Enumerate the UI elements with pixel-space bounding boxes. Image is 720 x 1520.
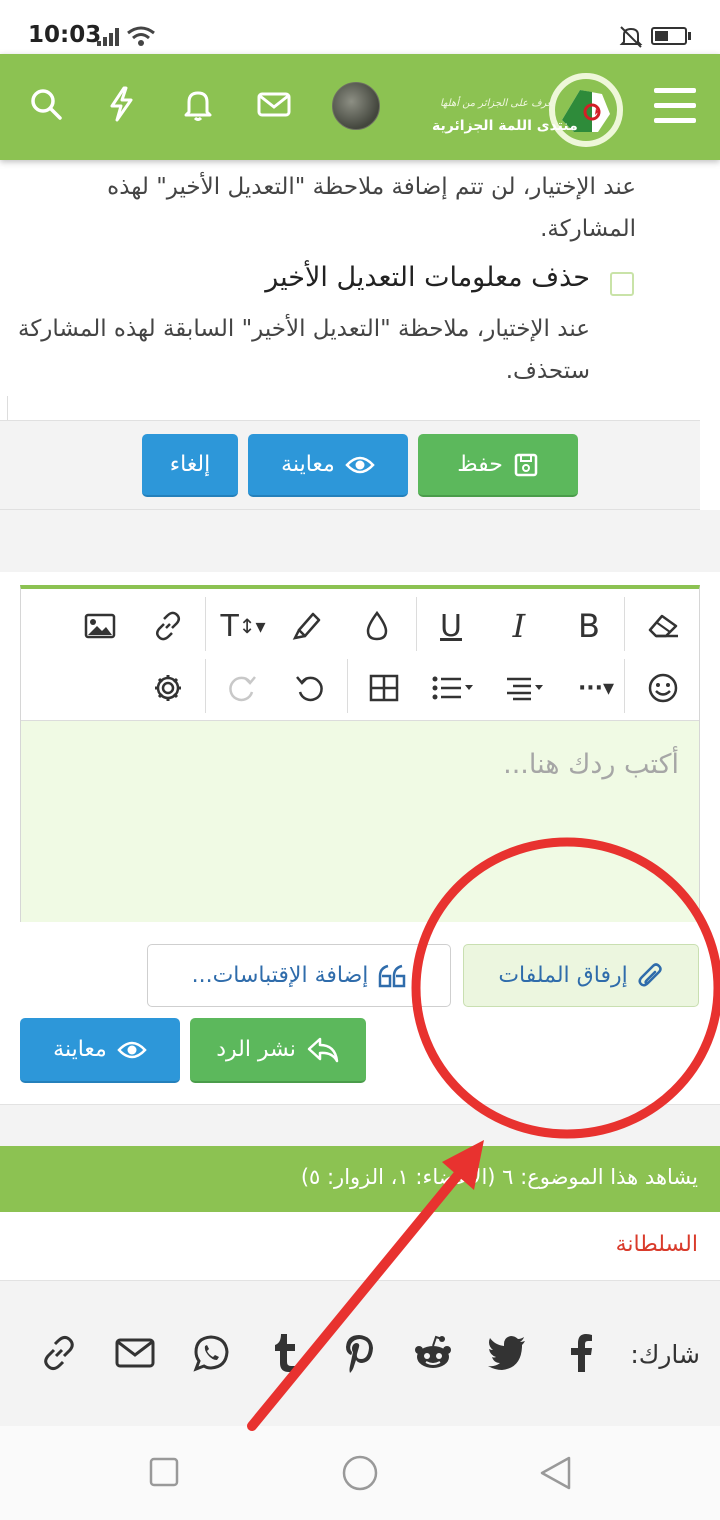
share-label: شارك:: [630, 1340, 700, 1369]
silent-edit-description: عند الإختيار، لن تتم إضافة ملاحظة "التعد…: [107, 174, 636, 242]
back-icon[interactable]: [538, 1454, 574, 1492]
whatsapp-icon[interactable]: [188, 1330, 234, 1376]
logo-text: منتدى اللمة الجزائرية: [432, 118, 578, 134]
color-drop-icon[interactable]: [352, 601, 402, 651]
quote-icon: [379, 964, 406, 987]
cancel-label: إلغاء: [169, 452, 211, 477]
search-icon[interactable]: [26, 84, 66, 124]
attach-files-label: إرفاق الملفات: [498, 963, 628, 988]
insert-quotes-button[interactable]: إضافة الإقتباسات...: [147, 944, 451, 1007]
save-icon: [514, 453, 538, 476]
menu-icon[interactable]: [652, 84, 698, 128]
save-button[interactable]: حفظ: [418, 434, 578, 497]
reply-placeholder: أكتب ردك هنا...: [503, 749, 679, 780]
editor-toolbar: B I U T ↕▾ ···▾: [21, 589, 699, 721]
status-bar: 10:03: [0, 0, 720, 54]
avatar[interactable]: [332, 82, 380, 130]
attach-files-button[interactable]: إرفاق الملفات: [463, 944, 699, 1007]
delete-edit-label[interactable]: حذف معلومات التعديل الأخير: [265, 262, 590, 293]
highlighter-icon[interactable]: [282, 601, 332, 651]
system-nav-bar: [0, 1426, 720, 1520]
preview-label: معاينة: [281, 452, 335, 477]
eye-icon: [117, 1041, 147, 1058]
delete-edit-checkbox[interactable]: [610, 272, 634, 296]
post-reply-button[interactable]: نشر الرد: [190, 1018, 366, 1083]
reddit-icon[interactable]: [410, 1330, 456, 1376]
signal-icon: [97, 28, 121, 46]
link-icon[interactable]: [143, 601, 193, 651]
undo-icon[interactable]: [285, 663, 335, 713]
preview-button[interactable]: معاينة: [248, 434, 408, 497]
viewer-member-link[interactable]: السلطانة: [616, 1232, 698, 1257]
home-icon[interactable]: [341, 1454, 379, 1492]
recent-apps-icon[interactable]: [148, 1456, 180, 1488]
battery-icon: [651, 27, 687, 45]
facebook-icon[interactable]: [558, 1330, 604, 1376]
align-icon[interactable]: [495, 663, 555, 713]
bell-icon[interactable]: [178, 84, 218, 124]
link-icon[interactable]: [36, 1330, 82, 1376]
viewers-text: يشاهد هذا الموضوع: ٦ (الأعضاء: ١، الزوار…: [300, 1165, 698, 1189]
paperclip-icon: [638, 962, 662, 987]
mail-icon[interactable]: [254, 84, 294, 124]
reply-preview-button[interactable]: معاينة: [20, 1018, 180, 1083]
bold-icon[interactable]: B: [564, 601, 614, 651]
edit-action-row: حفظ معاينة إلغاء: [0, 420, 700, 510]
eye-icon: [345, 456, 375, 473]
eraser-icon[interactable]: [638, 601, 688, 651]
italic-icon[interactable]: I: [494, 601, 544, 651]
reply-textarea[interactable]: أكتب ردك هنا...: [21, 721, 699, 922]
list-icon[interactable]: [423, 663, 483, 713]
email-icon[interactable]: [112, 1330, 158, 1376]
tumblr-icon[interactable]: [262, 1330, 308, 1376]
image-icon[interactable]: [75, 601, 125, 651]
smiley-icon[interactable]: [638, 663, 688, 713]
lightning-icon[interactable]: [102, 84, 142, 124]
table-icon[interactable]: [359, 663, 409, 713]
reply-icon: [307, 1037, 339, 1062]
pinterest-icon[interactable]: [336, 1330, 382, 1376]
more-icon[interactable]: ···▾: [566, 663, 626, 713]
status-time: 10:03: [28, 22, 102, 48]
bell-muted-icon: [619, 26, 643, 48]
save-label: حفظ: [457, 452, 503, 477]
twitter-icon[interactable]: [484, 1330, 530, 1376]
redo-icon[interactable]: [217, 663, 267, 713]
text-size-icon[interactable]: T ↕▾: [213, 601, 273, 651]
insert-quotes-label: إضافة الإقتباسات...: [191, 963, 369, 988]
cancel-button[interactable]: إلغاء: [142, 434, 238, 497]
reply-editor: B I U T ↕▾ ···▾ أكتب ردك هنا...: [20, 585, 700, 922]
underline-icon[interactable]: U: [426, 601, 476, 651]
logo-emblem: [549, 73, 623, 147]
post-reply-label: نشر الرد: [216, 1037, 296, 1062]
settings-icon[interactable]: [143, 663, 193, 713]
delete-edit-description: عند الإختيار، ملاحظة "التعديل الأخير" ال…: [18, 316, 590, 384]
reply-preview-label: معاينة: [53, 1037, 107, 1062]
logo-tagline: تعرف على الجزائر من أهلها: [440, 98, 555, 109]
wifi-icon: [127, 26, 155, 46]
app-header: تعرف على الجزائر من أهلها منتدى اللمة ال…: [0, 54, 720, 160]
